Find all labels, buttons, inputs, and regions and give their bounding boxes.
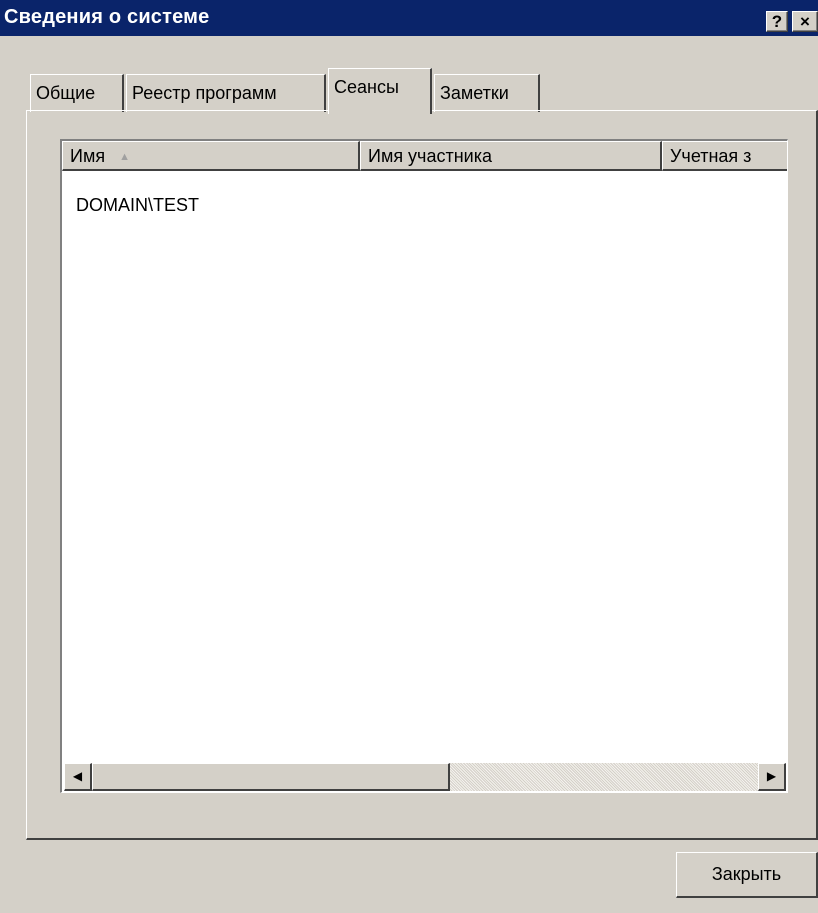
- scroll-thumb[interactable]: [92, 763, 450, 791]
- tab-notes[interactable]: Заметки: [434, 74, 540, 112]
- sort-ascending-icon: ▲: [119, 151, 130, 163]
- scroll-right-icon[interactable]: ▶: [758, 763, 786, 791]
- window-title: Сведения о системе: [4, 6, 210, 28]
- column-header-name-label: Имя: [70, 146, 106, 166]
- horizontal-scrollbar[interactable]: ◀ ▶: [64, 763, 786, 791]
- close-button[interactable]: Закрыть: [676, 852, 818, 898]
- title-bar: Сведения о системе ? ×: [0, 0, 818, 36]
- column-header-participant[interactable]: Имя участника: [360, 141, 662, 171]
- tab-sessions[interactable]: Сеансы: [328, 68, 432, 114]
- list-item[interactable]: DOMAIN\TEST: [76, 195, 199, 216]
- tab-software-registry[interactable]: Реестр программ: [126, 74, 326, 112]
- list-item-name: DOMAIN\TEST: [76, 195, 200, 215]
- tab-general[interactable]: Общие: [30, 74, 124, 112]
- help-button[interactable]: ?: [766, 11, 788, 32]
- column-header-name[interactable]: Имя ▲: [62, 141, 360, 171]
- sessions-list[interactable]: Имя ▲ Имя участника Учетная з DOMAIN\TEST…: [60, 139, 788, 793]
- column-header-account[interactable]: Учетная з: [662, 141, 787, 171]
- scroll-left-icon[interactable]: ◀: [64, 763, 92, 791]
- list-header: Имя ▲ Имя участника Учетная з: [62, 141, 787, 171]
- close-window-button[interactable]: ×: [792, 11, 818, 32]
